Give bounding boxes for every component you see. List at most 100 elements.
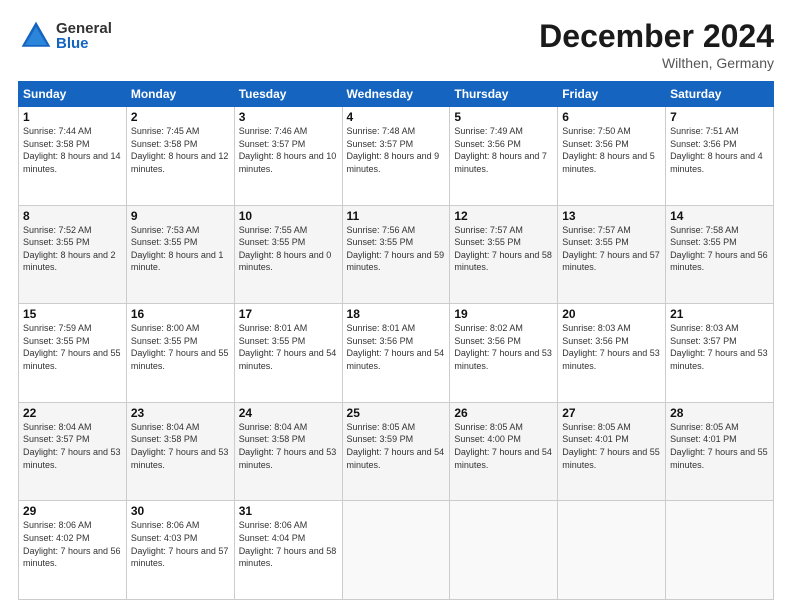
table-row: 21Sunrise: 8:03 AMSunset: 3:57 PMDayligh… [666, 304, 774, 403]
day-info: Sunrise: 7:59 AMSunset: 3:55 PMDaylight:… [23, 322, 122, 372]
day-number: 8 [23, 209, 122, 223]
table-row [450, 501, 558, 600]
week-row-4: 22Sunrise: 8:04 AMSunset: 3:57 PMDayligh… [19, 402, 774, 501]
table-row: 19Sunrise: 8:02 AMSunset: 3:56 PMDayligh… [450, 304, 558, 403]
title-block: December 2024 Wilthen, Germany [539, 18, 774, 71]
day-info: Sunrise: 7:57 AMSunset: 3:55 PMDaylight:… [454, 224, 553, 274]
day-info: Sunrise: 8:05 AMSunset: 4:01 PMDaylight:… [562, 421, 661, 471]
week-row-2: 8Sunrise: 7:52 AMSunset: 3:55 PMDaylight… [19, 205, 774, 304]
logo-blue-text: Blue [56, 36, 112, 51]
day-info: Sunrise: 8:01 AMSunset: 3:56 PMDaylight:… [347, 322, 446, 372]
day-info: Sunrise: 8:05 AMSunset: 3:59 PMDaylight:… [347, 421, 446, 471]
day-info: Sunrise: 8:05 AMSunset: 4:00 PMDaylight:… [454, 421, 553, 471]
table-row: 13Sunrise: 7:57 AMSunset: 3:55 PMDayligh… [558, 205, 666, 304]
day-number: 5 [454, 110, 553, 124]
day-number: 30 [131, 504, 230, 518]
day-info: Sunrise: 8:04 AMSunset: 3:58 PMDaylight:… [131, 421, 230, 471]
day-number: 19 [454, 307, 553, 321]
table-row: 17Sunrise: 8:01 AMSunset: 3:55 PMDayligh… [234, 304, 342, 403]
table-row: 12Sunrise: 7:57 AMSunset: 3:55 PMDayligh… [450, 205, 558, 304]
table-row: 2Sunrise: 7:45 AMSunset: 3:58 PMDaylight… [126, 107, 234, 206]
table-row: 20Sunrise: 8:03 AMSunset: 3:56 PMDayligh… [558, 304, 666, 403]
col-thursday: Thursday [450, 82, 558, 107]
table-row: 6Sunrise: 7:50 AMSunset: 3:56 PMDaylight… [558, 107, 666, 206]
table-row: 26Sunrise: 8:05 AMSunset: 4:00 PMDayligh… [450, 402, 558, 501]
day-info: Sunrise: 8:01 AMSunset: 3:55 PMDaylight:… [239, 322, 338, 372]
table-row: 4Sunrise: 7:48 AMSunset: 3:57 PMDaylight… [342, 107, 450, 206]
day-number: 22 [23, 406, 122, 420]
location-subtitle: Wilthen, Germany [539, 55, 774, 71]
col-wednesday: Wednesday [342, 82, 450, 107]
day-number: 27 [562, 406, 661, 420]
table-row: 8Sunrise: 7:52 AMSunset: 3:55 PMDaylight… [19, 205, 127, 304]
table-row: 5Sunrise: 7:49 AMSunset: 3:56 PMDaylight… [450, 107, 558, 206]
day-number: 2 [131, 110, 230, 124]
day-info: Sunrise: 7:44 AMSunset: 3:58 PMDaylight:… [23, 125, 122, 175]
table-row: 24Sunrise: 8:04 AMSunset: 3:58 PMDayligh… [234, 402, 342, 501]
table-row: 25Sunrise: 8:05 AMSunset: 3:59 PMDayligh… [342, 402, 450, 501]
day-number: 10 [239, 209, 338, 223]
table-row: 14Sunrise: 7:58 AMSunset: 3:55 PMDayligh… [666, 205, 774, 304]
day-number: 26 [454, 406, 553, 420]
day-info: Sunrise: 7:53 AMSunset: 3:55 PMDaylight:… [131, 224, 230, 274]
page: General Blue December 2024 Wilthen, Germ… [0, 0, 792, 612]
logo-general-text: General [56, 21, 112, 36]
col-tuesday: Tuesday [234, 82, 342, 107]
table-row: 28Sunrise: 8:05 AMSunset: 4:01 PMDayligh… [666, 402, 774, 501]
day-number: 6 [562, 110, 661, 124]
day-number: 29 [23, 504, 122, 518]
day-info: Sunrise: 7:48 AMSunset: 3:57 PMDaylight:… [347, 125, 446, 175]
day-info: Sunrise: 8:06 AMSunset: 4:04 PMDaylight:… [239, 519, 338, 569]
col-saturday: Saturday [666, 82, 774, 107]
table-row: 11Sunrise: 7:56 AMSunset: 3:55 PMDayligh… [342, 205, 450, 304]
table-row: 1Sunrise: 7:44 AMSunset: 3:58 PMDaylight… [19, 107, 127, 206]
day-number: 7 [670, 110, 769, 124]
day-info: Sunrise: 8:02 AMSunset: 3:56 PMDaylight:… [454, 322, 553, 372]
table-row: 18Sunrise: 8:01 AMSunset: 3:56 PMDayligh… [342, 304, 450, 403]
table-row: 10Sunrise: 7:55 AMSunset: 3:55 PMDayligh… [234, 205, 342, 304]
header: General Blue December 2024 Wilthen, Germ… [18, 18, 774, 71]
table-row [342, 501, 450, 600]
day-number: 15 [23, 307, 122, 321]
day-number: 17 [239, 307, 338, 321]
day-info: Sunrise: 8:00 AMSunset: 3:55 PMDaylight:… [131, 322, 230, 372]
day-number: 13 [562, 209, 661, 223]
day-number: 28 [670, 406, 769, 420]
day-number: 4 [347, 110, 446, 124]
table-row: 22Sunrise: 8:04 AMSunset: 3:57 PMDayligh… [19, 402, 127, 501]
week-row-5: 29Sunrise: 8:06 AMSunset: 4:02 PMDayligh… [19, 501, 774, 600]
day-number: 23 [131, 406, 230, 420]
day-number: 1 [23, 110, 122, 124]
table-row: 29Sunrise: 8:06 AMSunset: 4:02 PMDayligh… [19, 501, 127, 600]
day-info: Sunrise: 7:55 AMSunset: 3:55 PMDaylight:… [239, 224, 338, 274]
day-number: 14 [670, 209, 769, 223]
table-row: 3Sunrise: 7:46 AMSunset: 3:57 PMDaylight… [234, 107, 342, 206]
day-info: Sunrise: 8:04 AMSunset: 3:57 PMDaylight:… [23, 421, 122, 471]
day-number: 18 [347, 307, 446, 321]
day-number: 20 [562, 307, 661, 321]
day-info: Sunrise: 7:49 AMSunset: 3:56 PMDaylight:… [454, 125, 553, 175]
day-number: 16 [131, 307, 230, 321]
table-row: 23Sunrise: 8:04 AMSunset: 3:58 PMDayligh… [126, 402, 234, 501]
day-number: 21 [670, 307, 769, 321]
day-number: 25 [347, 406, 446, 420]
day-info: Sunrise: 7:57 AMSunset: 3:55 PMDaylight:… [562, 224, 661, 274]
day-info: Sunrise: 7:52 AMSunset: 3:55 PMDaylight:… [23, 224, 122, 274]
table-row: 7Sunrise: 7:51 AMSunset: 3:56 PMDaylight… [666, 107, 774, 206]
day-info: Sunrise: 8:04 AMSunset: 3:58 PMDaylight:… [239, 421, 338, 471]
week-row-3: 15Sunrise: 7:59 AMSunset: 3:55 PMDayligh… [19, 304, 774, 403]
day-info: Sunrise: 8:06 AMSunset: 4:02 PMDaylight:… [23, 519, 122, 569]
day-info: Sunrise: 7:50 AMSunset: 3:56 PMDaylight:… [562, 125, 661, 175]
table-row [666, 501, 774, 600]
col-sunday: Sunday [19, 82, 127, 107]
logo-icon [18, 18, 54, 54]
day-info: Sunrise: 8:06 AMSunset: 4:03 PMDaylight:… [131, 519, 230, 569]
logo-name: General Blue [56, 21, 112, 51]
day-number: 11 [347, 209, 446, 223]
day-number: 12 [454, 209, 553, 223]
day-number: 9 [131, 209, 230, 223]
day-number: 3 [239, 110, 338, 124]
month-title: December 2024 [539, 18, 774, 55]
day-info: Sunrise: 8:03 AMSunset: 3:56 PMDaylight:… [562, 322, 661, 372]
col-monday: Monday [126, 82, 234, 107]
